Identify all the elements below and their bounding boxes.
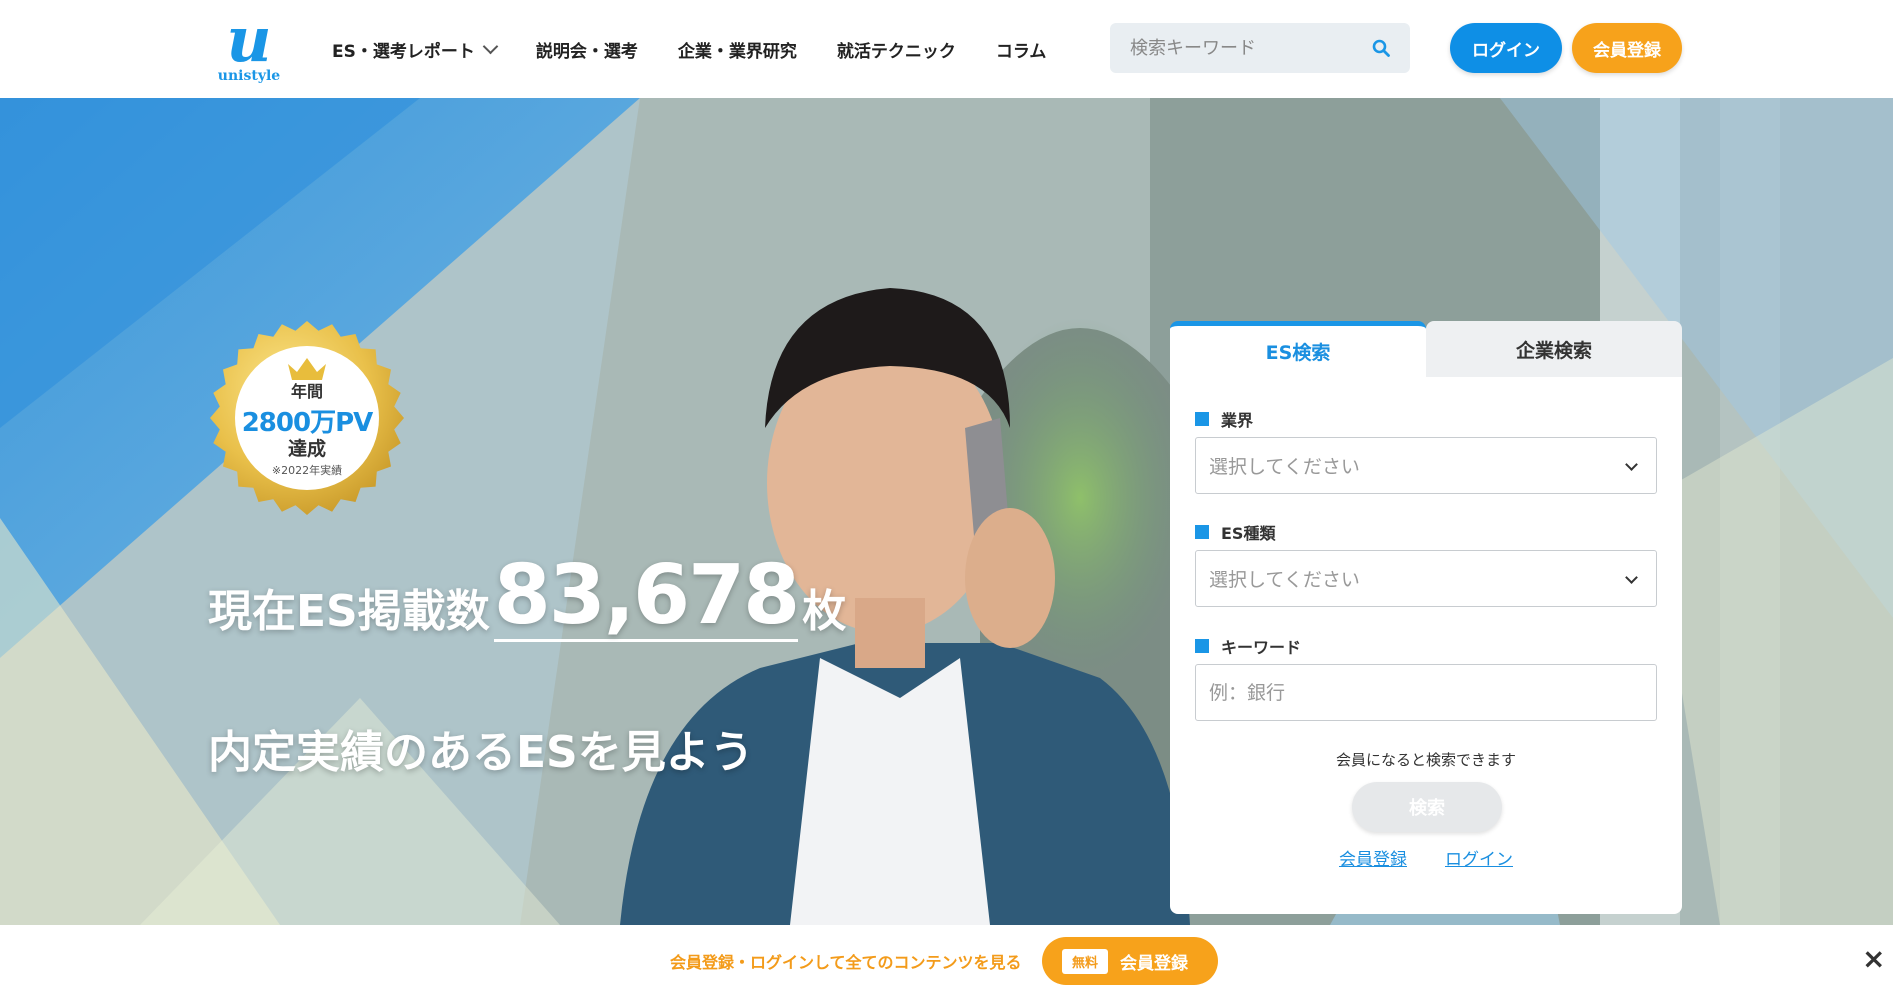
- industry-label-text: 業界: [1221, 411, 1254, 430]
- search-input[interactable]: [1130, 37, 1350, 59]
- logo-mark: u: [226, 3, 272, 76]
- badge-inner: 年間 2800万PV 達成 ※2022年実績: [235, 346, 379, 490]
- header-search: [1110, 23, 1410, 73]
- es-type-select[interactable]: 選択してください: [1195, 550, 1657, 607]
- es-type-label: ES種類: [1195, 520, 1275, 544]
- es-type-label-text: ES種類: [1221, 524, 1276, 543]
- nav-item-label: 就活テクニック: [836, 41, 956, 62]
- chevron-down-icon: [482, 38, 499, 54]
- nav-item-briefing[interactable]: 説明会・選考: [536, 37, 638, 62]
- badge-line-year: 年間: [290, 382, 323, 401]
- bottom-register-button[interactable]: 無料 会員登録: [1042, 937, 1218, 985]
- es-count-value: 83,678: [493, 548, 800, 643]
- tab-company-search[interactable]: 企業検索: [1426, 321, 1682, 377]
- industry-label: 業界: [1195, 407, 1253, 431]
- nav-item-es-report[interactable]: ES・選考レポート: [332, 37, 499, 62]
- keyword-label-text: キーワード: [1221, 638, 1302, 657]
- nav-item-technique[interactable]: 就活テクニック: [837, 37, 956, 62]
- industry-select[interactable]: 選択してください: [1195, 437, 1657, 494]
- industry-select-value: 選択してください: [1209, 456, 1360, 478]
- badge-note: ※2022年実績: [271, 464, 343, 477]
- bottom-bar-message: 会員登録・ログインして全てのコンテンツを見る: [670, 953, 1022, 972]
- nav-item-company-research[interactable]: 企業・業界研究: [678, 37, 797, 62]
- badge-line-achieved: 達成: [287, 438, 326, 460]
- es-count-suffix: 枚: [802, 586, 847, 637]
- close-icon[interactable]: ×: [1862, 945, 1885, 973]
- square-bullet-icon: [1195, 412, 1209, 426]
- nav-item-label: 説明会・選考: [535, 41, 638, 62]
- member-note: 会員になると検索できます: [1335, 751, 1516, 769]
- nav-item-label: ES・選考レポート: [332, 41, 475, 62]
- register-button[interactable]: 会員登録: [1572, 23, 1682, 73]
- es-count-headline: 現在ES掲載数 83,678 枚: [208, 553, 846, 642]
- panel-links: 会員登録 ログイン: [1170, 845, 1682, 870]
- chevron-down-icon: [1625, 571, 1638, 584]
- search-button[interactable]: 検索: [1352, 782, 1502, 832]
- search-icon[interactable]: [1372, 39, 1390, 57]
- keyword-label: キーワード: [1195, 634, 1301, 658]
- login-button[interactable]: ログイン: [1450, 23, 1562, 73]
- free-tag: 無料: [1062, 948, 1109, 974]
- nav-item-label: 企業・業界研究: [677, 41, 797, 62]
- tab-es-search[interactable]: ES検索: [1170, 321, 1426, 377]
- login-link[interactable]: ログイン: [1445, 845, 1513, 870]
- chevron-down-icon: [1625, 458, 1638, 471]
- es-type-select-value: 選択してください: [1209, 569, 1360, 591]
- main-nav: ES・選考レポート 説明会・選考 企業・業界研究 就活テクニック コラム: [332, 34, 1086, 64]
- logo-text: unistyle: [217, 68, 281, 84]
- square-bullet-icon: [1195, 525, 1209, 539]
- unistyle-logo[interactable]: u unistyle: [214, 3, 284, 88]
- keyword-input[interactable]: [1195, 664, 1657, 721]
- bottom-signup-bar: 会員登録・ログインして全てのコンテンツを見る 無料 会員登録 ×: [0, 925, 1893, 993]
- bottom-register-label: 会員登録: [1120, 953, 1189, 974]
- es-count-prefix: 現在ES掲載数: [208, 586, 490, 637]
- hero-section: 年間 2800万PV 達成 ※2022年実績 現在ES掲載数 83,678 枚 …: [0, 98, 1893, 925]
- square-bullet-icon: [1195, 639, 1209, 653]
- site-header: u unistyle ES・選考レポート 説明会・選考 企業・業界研究 就活テク…: [0, 0, 1893, 98]
- pv-achievement-badge: 年間 2800万PV 達成 ※2022年実績: [207, 318, 407, 518]
- nav-item-column[interactable]: コラム: [996, 37, 1047, 62]
- es-search-panel: ES検索 企業検索 業界 選択してください ES種類 選択してください キーワー: [1170, 321, 1682, 914]
- hero-tagline: 内定実績のあるESを見よう: [208, 727, 754, 778]
- register-link[interactable]: 会員登録: [1339, 845, 1407, 870]
- nav-item-label: コラム: [995, 41, 1047, 62]
- search-form: 業界 選択してください ES種類 選択してください キーワード 会員になると検索…: [1170, 377, 1682, 914]
